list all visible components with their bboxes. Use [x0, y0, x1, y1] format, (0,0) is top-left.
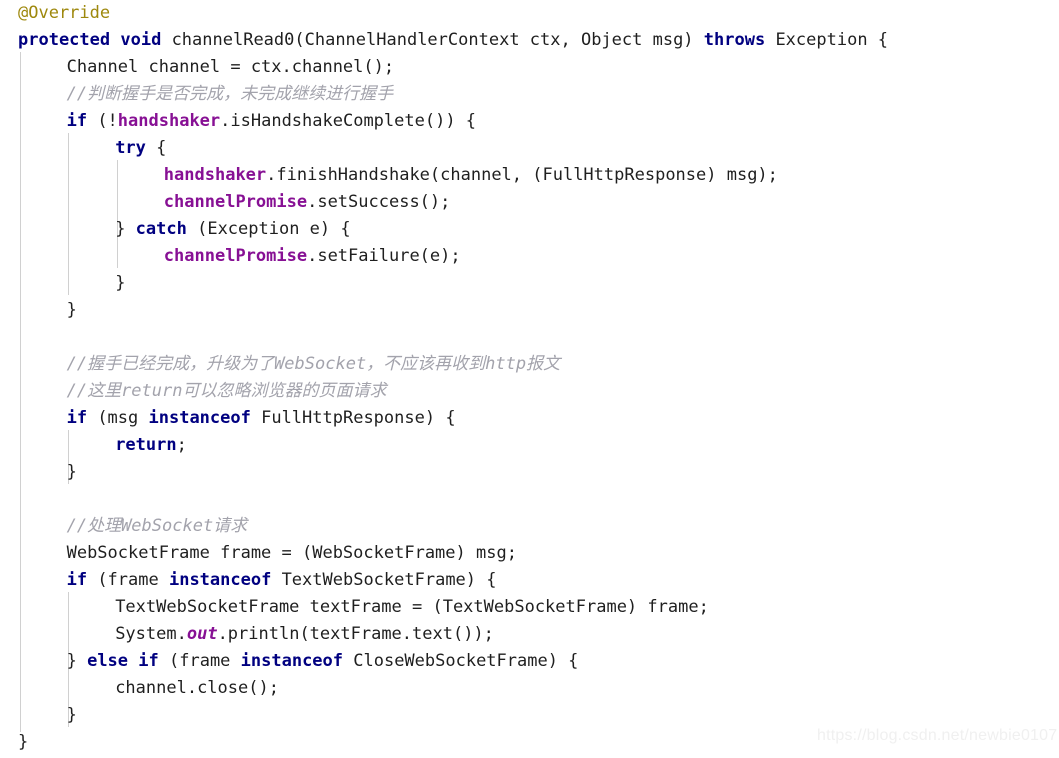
- code-token-comment: //判断握手是否完成，未完成继续进行握手: [66, 84, 394, 104]
- code-token-default: }: [66, 462, 77, 482]
- code-line[interactable]: }: [0, 729, 888, 756]
- code-block[interactable]: @Override protected void channelRead0(Cha…: [0, 0, 888, 756]
- code-line[interactable]: WebSocketFrame frame = (WebSocketFrame) …: [0, 540, 888, 567]
- code-token-default: ;: [176, 435, 187, 455]
- code-token-keyword: instanceof: [168, 570, 272, 590]
- code-token-default: .isHandshakeComplete()) {: [220, 111, 477, 131]
- code-token-default: (frame: [87, 570, 169, 590]
- code-token-default: (msg: [87, 408, 149, 428]
- code-token-default: }: [115, 219, 136, 239]
- code-token-keyword: catch: [135, 219, 187, 239]
- code-line[interactable]: //处理WebSocket请求: [0, 513, 888, 540]
- code-token-keyword: instanceof: [148, 408, 251, 428]
- code-line[interactable]: } else if (frame instanceof CloseWebSock…: [0, 648, 888, 675]
- code-token-default: .finishHandshake(channel, (FullHttpRespo…: [266, 165, 778, 185]
- code-line[interactable]: //这里return可以忽略浏览器的页面请求: [0, 378, 888, 405]
- code-token-default: [110, 30, 120, 50]
- code-token-default: CloseWebSocketFrame) {: [343, 651, 579, 671]
- code-token-keyword: throws: [703, 30, 766, 50]
- code-token-keyword: if: [66, 111, 88, 131]
- code-token-annotation: @Override: [18, 3, 111, 23]
- code-token-default: System.: [115, 624, 187, 644]
- code-line[interactable]: @Override: [0, 0, 888, 27]
- code-line[interactable]: if (frame instanceof TextWebSocketFrame)…: [0, 567, 888, 594]
- code-token-default: }: [66, 300, 77, 320]
- code-line[interactable]: }: [0, 702, 888, 729]
- code-token-keyword: if: [66, 570, 88, 590]
- code-token-default: TextWebSocketFrame textFrame = (TextWebS…: [115, 597, 709, 617]
- code-line[interactable]: protected void channelRead0(ChannelHandl…: [0, 27, 888, 54]
- code-line[interactable]: channelPromise.setFailure(e);: [0, 243, 888, 270]
- code-token-default: }: [18, 732, 29, 752]
- code-token-default: .setSuccess();: [307, 192, 451, 212]
- code-line[interactable]: }: [0, 270, 888, 297]
- code-token-keyword: instanceof: [240, 651, 344, 671]
- code-token-default: (Exception e) {: [186, 219, 351, 239]
- code-token-default: }: [66, 651, 88, 671]
- code-token-field: handshaker: [117, 111, 221, 131]
- code-line[interactable]: channelPromise.setSuccess();: [0, 189, 888, 216]
- code-token-default: TextWebSocketFrame) {: [271, 570, 497, 590]
- code-token-keyword: try: [115, 138, 146, 158]
- code-token-default: (frame: [158, 651, 241, 671]
- code-line[interactable]: [0, 324, 888, 351]
- code-line[interactable]: try {: [0, 135, 888, 162]
- code-line[interactable]: //判断握手是否完成，未完成继续进行握手: [0, 81, 888, 108]
- code-line[interactable]: channel.close();: [0, 675, 888, 702]
- code-line[interactable]: Channel channel = ctx.channel();: [0, 54, 888, 81]
- code-line[interactable]: [0, 486, 888, 513]
- code-token-field: channelPromise: [163, 246, 308, 266]
- code-token-default: Exception {: [765, 30, 889, 50]
- code-token-default: }: [66, 705, 77, 725]
- code-line[interactable]: System.out.println(textFrame.text());: [0, 621, 888, 648]
- code-token-comment: //握手已经完成，升级为了WebSocket，不应该再收到http报文: [66, 354, 561, 374]
- code-line[interactable]: } catch (Exception e) {: [0, 216, 888, 243]
- code-token-static: out: [186, 624, 218, 644]
- code-token-default: [128, 651, 138, 671]
- code-token-keyword: if: [138, 651, 159, 671]
- code-token-keyword: return: [115, 435, 177, 455]
- code-token-default: {: [145, 138, 167, 158]
- code-token-default: }: [115, 273, 126, 293]
- code-line[interactable]: handshaker.finishHandshake(channel, (Ful…: [0, 162, 888, 189]
- code-token-keyword: void: [120, 30, 162, 50]
- code-token-default: WebSocketFrame frame = (WebSocketFrame) …: [66, 543, 517, 563]
- code-editor-canvas: @Override protected void channelRead0(Cha…: [0, 0, 1059, 758]
- code-line[interactable]: if (msg instanceof FullHttpResponse) {: [0, 405, 888, 432]
- code-token-default: (!: [87, 111, 118, 131]
- code-token-default: .setFailure(e);: [307, 246, 461, 266]
- watermark-text: https://blog.csdn.net/newbie0107: [817, 727, 1058, 744]
- code-token-keyword: else: [87, 651, 129, 671]
- code-line[interactable]: if (!handshaker.isHandshakeComplete()) {: [0, 108, 888, 135]
- code-line[interactable]: }: [0, 459, 888, 486]
- code-line[interactable]: TextWebSocketFrame textFrame = (TextWebS…: [0, 594, 888, 621]
- code-token-comment: //处理WebSocket请求: [66, 516, 248, 536]
- code-token-default: .println(textFrame.text());: [217, 624, 494, 644]
- code-token-keyword: protected: [18, 30, 111, 50]
- code-token-field: channelPromise: [163, 192, 308, 212]
- code-token-default: channel.close();: [115, 678, 279, 698]
- code-token-default: Channel channel = ctx.channel();: [66, 57, 395, 77]
- code-line[interactable]: return;: [0, 432, 888, 459]
- code-line[interactable]: //握手已经完成，升级为了WebSocket，不应该再收到http报文: [0, 351, 888, 378]
- code-token-keyword: if: [66, 408, 88, 428]
- code-token-field: handshaker: [163, 165, 267, 185]
- code-token-default: FullHttpResponse) {: [250, 408, 456, 428]
- code-token-default: channelRead0(ChannelHandlerContext ctx, …: [161, 30, 704, 50]
- code-line[interactable]: }: [0, 297, 888, 324]
- code-token-comment: //这里return可以忽略浏览器的页面请求: [66, 381, 387, 401]
